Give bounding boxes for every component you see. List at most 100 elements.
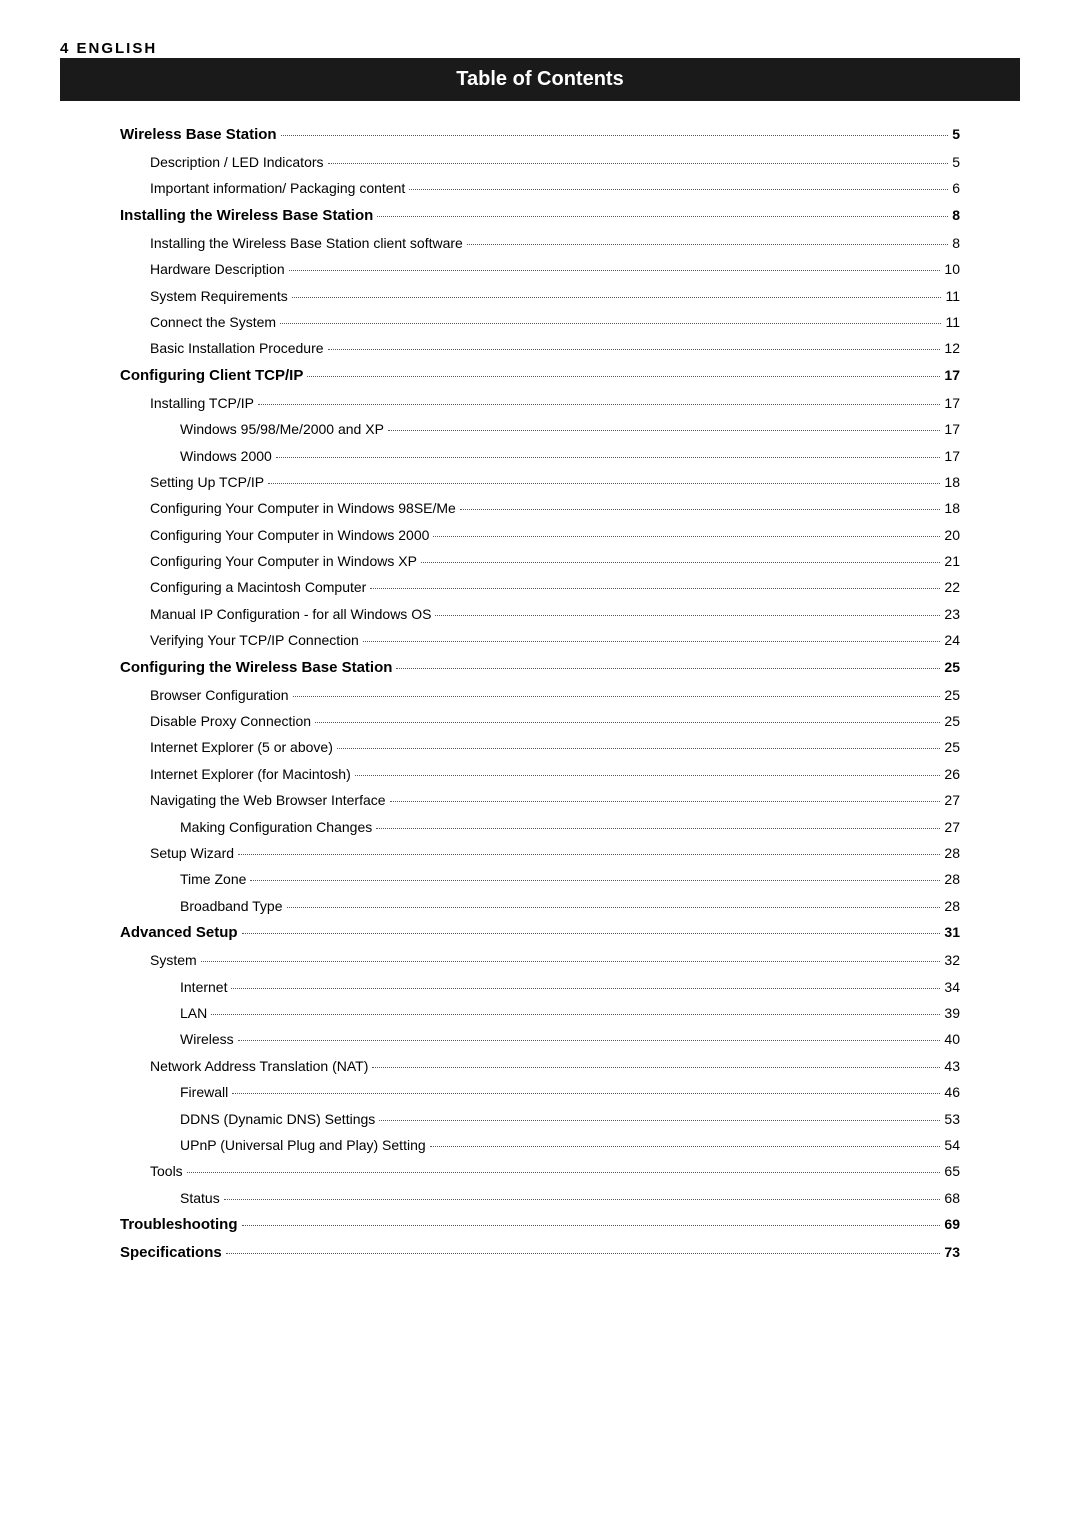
- toc-entry-page: 32: [944, 949, 960, 971]
- toc-dots: [187, 1172, 941, 1173]
- toc-entry: System 32: [120, 949, 960, 971]
- toc-entry: Broadband Type28: [120, 895, 960, 917]
- toc-dots: [460, 509, 941, 510]
- toc-dots: [328, 349, 941, 350]
- toc-entry: Installing the Wireless Base Station8: [120, 204, 960, 228]
- toc-entry-label: Making Configuration Changes: [180, 816, 372, 838]
- toc-entry: Making Configuration Changes 27: [120, 816, 960, 838]
- toc-entry: System Requirements11: [120, 285, 960, 307]
- toc-entry-label: Installing the Wireless Base Station: [120, 204, 373, 228]
- toc-entry-page: 5: [952, 151, 960, 173]
- toc-dots: [287, 907, 941, 908]
- toc-dots: [258, 404, 940, 405]
- toc-dots: [388, 430, 941, 431]
- toc-entry-label: Installing TCP/IP: [150, 392, 254, 414]
- toc-entry-label: Configuring a Macintosh Computer: [150, 576, 366, 598]
- toc-dots: [238, 1040, 941, 1041]
- toc-entry-label: DDNS (Dynamic DNS) Settings: [180, 1108, 375, 1130]
- toc-entry-label: Configuring the Wireless Base Station: [120, 656, 392, 680]
- toc-entry-page: 27: [944, 816, 960, 838]
- toc-entry-page: 20: [944, 524, 960, 546]
- toc-entry-page: 28: [944, 868, 960, 890]
- toc-entry-page: 24: [944, 629, 960, 651]
- toc-entry: Configuring Client TCP/IP17: [120, 364, 960, 388]
- toc-dots: [396, 668, 940, 669]
- toc-entry-page: 28: [944, 895, 960, 917]
- toc-dots: [370, 588, 940, 589]
- toc-entry: Configuring Your Computer in Windows XP2…: [120, 550, 960, 572]
- toc-entry: Wireless Base Station5: [120, 123, 960, 147]
- toc-entry-page: 12: [944, 337, 960, 359]
- toc-entry-page: 28: [944, 842, 960, 864]
- toc-entry-label: Internet: [180, 976, 227, 998]
- toc-entry-label: Navigating the Web Browser Interface: [150, 789, 386, 811]
- toc-dots: [268, 483, 940, 484]
- toc-entry: Troubleshooting 69: [120, 1213, 960, 1237]
- toc-dots: [430, 1146, 941, 1147]
- toc-entry-page: 17: [944, 392, 960, 414]
- toc-dots: [421, 562, 941, 563]
- toc-entry-label: Status: [180, 1187, 220, 1209]
- toc-entry: Browser Configuration25: [120, 684, 960, 706]
- toc-entry-label: Manual IP Configuration - for all Window…: [150, 603, 431, 625]
- toc-entry-label: Wireless: [180, 1028, 234, 1050]
- toc-entry: Basic Installation Procedure 12: [120, 337, 960, 359]
- toc-entry: Installing the Wireless Base Station cli…: [120, 232, 960, 254]
- toc-entry-label: Browser Configuration: [150, 684, 289, 706]
- toc-dots: [390, 801, 941, 802]
- toc-container: Wireless Base Station5Description / LED …: [60, 123, 1020, 1265]
- toc-entry: LAN39: [120, 1002, 960, 1024]
- toc-entry-page: 25: [944, 736, 960, 758]
- page-number: 4: [60, 40, 70, 57]
- toc-entry-page: 73: [944, 1241, 960, 1263]
- toc-dots: [377, 216, 948, 217]
- toc-dots: [276, 457, 941, 458]
- toc-title: Table of Contents: [456, 68, 623, 90]
- toc-entry-label: Basic Installation Procedure: [150, 337, 324, 359]
- toc-entry: Windows 200017: [120, 445, 960, 467]
- toc-entry: Specifications73: [120, 1241, 960, 1265]
- toc-entry: Status68: [120, 1187, 960, 1209]
- toc-entry: Connect the System11: [120, 311, 960, 333]
- toc-entry-page: 69: [944, 1213, 960, 1235]
- toc-entry-page: 21: [944, 550, 960, 572]
- toc-entry-label: Tools: [150, 1160, 183, 1182]
- toc-entry-label: Windows 2000: [180, 445, 272, 467]
- toc-entry: Verifying Your TCP/IP Connection24: [120, 629, 960, 651]
- toc-dots: [226, 1253, 941, 1254]
- toc-entry: Firewall46: [120, 1081, 960, 1103]
- toc-dots: [250, 880, 940, 881]
- toc-entry-page: 31: [944, 921, 960, 943]
- toc-entry: Tools65: [120, 1160, 960, 1182]
- toc-entry-page: 17: [944, 364, 960, 386]
- toc-dots: [328, 163, 949, 164]
- toc-entry-label: Wireless Base Station: [120, 123, 277, 147]
- toc-entry-page: 27: [944, 789, 960, 811]
- toc-entry: Configuring a Macintosh Computer22: [120, 576, 960, 598]
- toc-entry-page: 11: [945, 285, 960, 307]
- toc-entry-page: 25: [944, 710, 960, 732]
- toc-entry-page: 23: [944, 603, 960, 625]
- toc-entry: Windows 95/98/Me/2000 and XP17: [120, 418, 960, 440]
- toc-title-bar: Table of Contents: [60, 58, 1020, 101]
- toc-entry-label: Troubleshooting: [120, 1213, 238, 1237]
- toc-entry-page: 6: [952, 177, 960, 199]
- toc-dots: [281, 135, 949, 136]
- toc-dots: [355, 775, 941, 776]
- toc-dots: [280, 323, 941, 324]
- toc-entry-label: Configuring Your Computer in Windows 98S…: [150, 497, 456, 519]
- toc-dots: [232, 1093, 940, 1094]
- toc-dots: [409, 189, 948, 190]
- toc-entry-label: Disable Proxy Connection: [150, 710, 311, 732]
- toc-entry-label: System: [150, 949, 197, 971]
- toc-dots: [292, 297, 942, 298]
- toc-entry-page: 18: [944, 497, 960, 519]
- toc-entry-label: LAN: [180, 1002, 207, 1024]
- toc-dots: [242, 933, 941, 934]
- toc-entry: Important information/ Packaging content…: [120, 177, 960, 199]
- toc-entry-page: 8: [952, 232, 960, 254]
- toc-entry-label: Network Address Translation (NAT): [150, 1055, 368, 1077]
- toc-entry-label: Installing the Wireless Base Station cli…: [150, 232, 463, 254]
- toc-entry: Description / LED Indicators5: [120, 151, 960, 173]
- toc-entry-label: Setting Up TCP/IP: [150, 471, 264, 493]
